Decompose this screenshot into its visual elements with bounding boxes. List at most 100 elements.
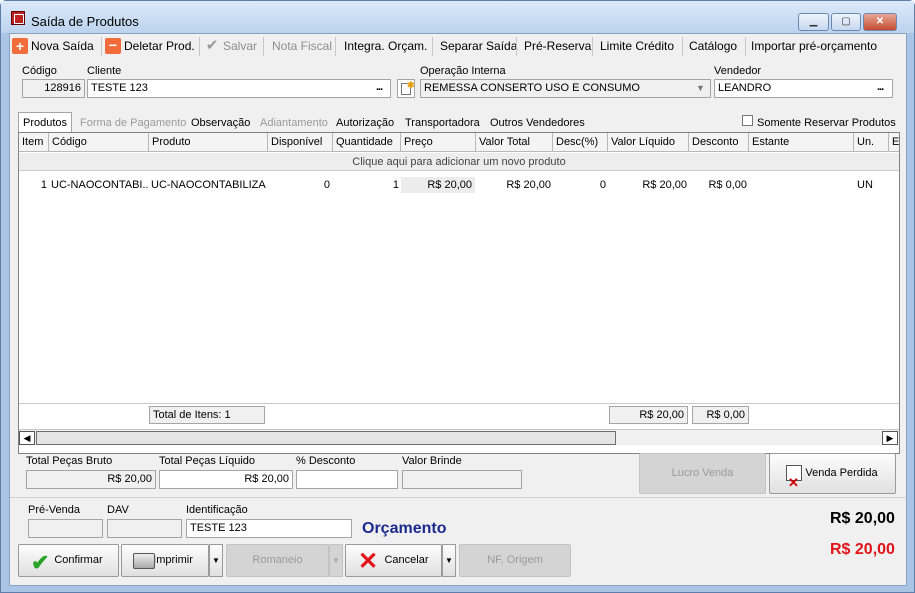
gross-total-field: R$ 20,00 <box>26 470 156 489</box>
presale-label: Pré-Venda <box>28 504 80 516</box>
column-header[interactable]: Valor Líquido <box>608 133 689 152</box>
profit-sale-button[interactable]: Lucro Venda <box>639 453 766 494</box>
toolbar-separator <box>335 37 336 56</box>
cancel-label: Cancelar <box>384 554 429 566</box>
client-field[interactable]: TESTE 123 <box>87 79 391 98</box>
delete-product-button[interactable]: − Deletar Prod. <box>105 36 195 57</box>
column-header[interactable]: En <box>889 133 899 152</box>
horizontal-scrollbar[interactable]: ◀ ▶ <box>19 429 899 445</box>
tab-carrier[interactable]: Transportadora <box>405 115 480 132</box>
invoice-button[interactable]: Nota Fiscal <box>272 36 332 57</box>
scroll-right-icon[interactable]: ▶ <box>882 431 898 445</box>
column-header[interactable]: Un. <box>854 133 889 152</box>
column-header[interactable]: Item <box>19 133 49 152</box>
price-cell: R$ 20,00 <box>401 177 475 193</box>
nf-origin-button[interactable]: NF. Origem <box>459 544 571 577</box>
column-header[interactable]: Disponível <box>268 133 333 152</box>
identification-field[interactable]: TESTE 123 <box>186 519 352 538</box>
total-black: R$ 20,00 <box>830 510 895 527</box>
column-header[interactable]: Desconto <box>689 133 749 152</box>
split-exit-button[interactable]: Separar Saída <box>440 36 517 57</box>
seller-field[interactable]: LEANDRO <box>714 79 893 98</box>
plus-icon: + <box>12 37 28 54</box>
code-label: Código <box>22 65 57 77</box>
chevron-down-icon: ▼ <box>696 83 705 93</box>
operation-label: Operação Interna <box>420 65 506 77</box>
print-dropdown-icon[interactable]: ▼ <box>209 544 223 577</box>
operation-select[interactable]: REMESSA CONSERTO USO E CONSUMO <box>420 79 711 98</box>
import-pre-quote-button[interactable]: Importar pré-orçamento <box>751 36 877 57</box>
dav-label: DAV <box>107 504 129 516</box>
romaneio-dropdown-icon[interactable]: ▼ <box>329 544 343 577</box>
lost-sale-icon: ✕ <box>786 465 802 490</box>
tab-other-sellers[interactable]: Outros Vendedores <box>490 115 585 132</box>
toolbar-separator <box>682 37 683 56</box>
tab-notes[interactable]: Observação <box>191 115 250 132</box>
credit-limit-button[interactable]: Limite Crédito <box>600 36 674 57</box>
client-lookup-button[interactable]: ... <box>376 81 383 93</box>
integrate-quote-button[interactable]: Integra. Orçam. <box>344 36 427 57</box>
net-total-label: Total Peças Líquido <box>159 455 256 467</box>
toolbar-separator <box>432 37 433 56</box>
tab-payment[interactable]: Forma de Pagamento <box>80 115 186 132</box>
column-header[interactable]: Valor Total <box>476 133 553 152</box>
lost-sale-button[interactable]: ✕ Venda Perdida <box>769 453 896 494</box>
code-cell: UC-NAOCONTABI... <box>51 179 148 191</box>
status-text: Orçamento <box>362 520 447 537</box>
column-header[interactable]: Quantidade <box>333 133 401 152</box>
tab-strip: Produtos Forma de Pagamento Observação A… <box>18 112 898 132</box>
confirm-button[interactable]: ✔ Confirmar <box>18 544 119 577</box>
scroll-left-icon[interactable]: ◀ <box>19 431 35 445</box>
window-title: Saída de Produtos <box>31 14 139 29</box>
scrollbar-thumb[interactable] <box>36 431 616 445</box>
tab-authorization[interactable]: Autorização <box>336 115 394 132</box>
quantity-cell: 1 <box>392 179 399 191</box>
product-cell: UC-NAOCONTABILIZA <box>151 179 266 191</box>
footer-net-total: R$ 20,00 <box>609 406 688 424</box>
save-label: Salvar <box>223 39 258 53</box>
romaneio-button[interactable]: Romaneio <box>226 544 329 577</box>
new-client-button[interactable]: ✱ <box>397 79 415 98</box>
discount-cell: R$ 0,00 <box>708 179 747 191</box>
add-product-row[interactable]: Clique aqui para adicionar um novo produ… <box>19 153 899 171</box>
tab-products[interactable]: Produtos <box>18 112 73 132</box>
maximize-icon[interactable]: ▢ <box>831 13 861 31</box>
column-header[interactable]: Produto <box>149 133 268 152</box>
check-icon: ✔ <box>31 550 50 575</box>
toolbar-separator <box>199 37 200 56</box>
reserve-only-checkbox[interactable] <box>742 115 753 126</box>
catalog-button[interactable]: Catálogo <box>689 36 737 57</box>
shelf-cell <box>751 177 851 193</box>
toolbar: + Nova Saída − Deletar Prod. ✔ Salvar Nota … <box>10 34 906 58</box>
title-bar: Saída de Produtos ▁ ▢ ✕ <box>1 1 914 33</box>
tab-advance[interactable]: Adiantamento <box>260 115 328 132</box>
net-total-field[interactable]: R$ 20,00 <box>159 470 293 489</box>
footer-divider <box>19 403 899 404</box>
presale-field <box>28 519 103 538</box>
minimize-icon[interactable]: ▁ <box>798 13 829 31</box>
unit-cell: UN <box>857 179 873 191</box>
identification-label: Identificação <box>186 504 248 516</box>
print-button[interactable]: Imprimir <box>121 544 209 577</box>
seller-lookup-button[interactable]: ... <box>877 81 884 93</box>
column-header[interactable]: Desc(%) <box>553 133 608 152</box>
discount-percent-field[interactable] <box>296 470 398 489</box>
print-label: Imprimir <box>153 554 193 566</box>
check-icon: ✔ <box>205 36 219 54</box>
discount-percent-cell: 0 <box>599 179 606 191</box>
column-header[interactable]: Estante <box>749 133 854 152</box>
column-header[interactable]: Preço <box>401 133 476 152</box>
confirm-label: Confirmar <box>54 554 103 566</box>
column-header[interactable]: Código <box>49 133 149 152</box>
new-exit-button[interactable]: + Nova Saída <box>12 36 94 57</box>
cancel-button[interactable]: ✕ Cancelar <box>345 544 442 577</box>
save-button[interactable]: ✔ Salvar <box>204 36 257 57</box>
pre-reserve-button[interactable]: Pré-Reserva <box>524 36 591 57</box>
cancel-dropdown-icon[interactable]: ▼ <box>442 544 456 577</box>
gift-value-label: Valor Brinde <box>402 455 462 467</box>
discount-percent-label: % Desconto <box>296 455 356 467</box>
operation-value: REMESSA CONSERTO USO E CONSUMO <box>424 82 640 94</box>
close-icon[interactable]: ✕ <box>863 13 897 31</box>
seller-value: LEANDRO <box>718 82 772 94</box>
code-field: 128916 <box>22 79 85 98</box>
